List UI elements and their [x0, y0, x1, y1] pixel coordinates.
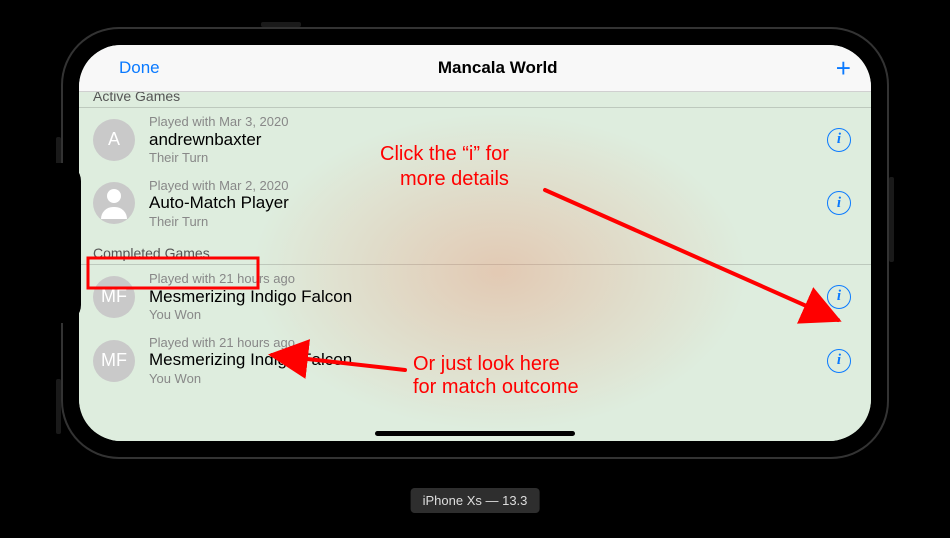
section-header-completed: Completed Games: [79, 241, 871, 264]
device-button-power: [889, 177, 894, 262]
game-row[interactable]: A Played with Mar 3, 2020 andrewnbaxter …: [79, 108, 871, 172]
avatar: MF: [93, 276, 135, 318]
section-header-active: Active Games: [79, 92, 871, 107]
device-frame: Done Mancala World + Active Games A Play…: [61, 27, 889, 459]
info-icon[interactable]: i: [827, 191, 851, 215]
row-text: Played with 21 hours ago Mesmerizing Ind…: [149, 335, 827, 387]
done-button[interactable]: Done: [119, 58, 160, 78]
game-row[interactable]: Played with Mar 2, 2020 Auto-Match Playe…: [79, 172, 871, 236]
device-caption: iPhone Xs — 13.3: [411, 488, 540, 513]
page-title: Mancala World: [438, 58, 558, 78]
row-status: You Won: [149, 307, 827, 323]
row-name: andrewnbaxter: [149, 130, 827, 150]
add-button[interactable]: +: [836, 55, 851, 81]
avatar: [93, 182, 135, 224]
row-text: Played with 21 hours ago Mesmerizing Ind…: [149, 271, 827, 323]
info-icon[interactable]: i: [827, 349, 851, 373]
device-notch: [51, 163, 81, 323]
avatar: MF: [93, 340, 135, 382]
row-name: Auto-Match Player: [149, 193, 827, 213]
games-list: Active Games A Played with Mar 3, 2020 a…: [79, 92, 871, 441]
navbar: Done Mancala World +: [79, 45, 871, 92]
row-status: You Won: [149, 371, 827, 387]
row-meta: Played with Mar 2, 2020: [149, 178, 827, 194]
info-icon[interactable]: i: [827, 128, 851, 152]
info-icon[interactable]: i: [827, 285, 851, 309]
row-name: Mesmerizing Indigo Falcon: [149, 350, 827, 370]
row-meta: Played with 21 hours ago: [149, 271, 827, 287]
game-row[interactable]: MF Played with 21 hours ago Mesmerizing …: [79, 329, 871, 393]
row-meta: Played with 21 hours ago: [149, 335, 827, 351]
row-status: Their Turn: [149, 214, 827, 230]
row-meta: Played with Mar 3, 2020: [149, 114, 827, 130]
screen: Done Mancala World + Active Games A Play…: [79, 45, 871, 441]
avatar: A: [93, 119, 135, 161]
row-text: Played with Mar 3, 2020 andrewnbaxter Th…: [149, 114, 827, 166]
device-button-silence: [261, 22, 301, 27]
game-row[interactable]: MF Played with 21 hours ago Mesmerizing …: [79, 265, 871, 329]
row-name: Mesmerizing Indigo Falcon: [149, 287, 827, 307]
row-status: Their Turn: [149, 150, 827, 166]
home-indicator[interactable]: [375, 431, 575, 436]
row-text: Played with Mar 2, 2020 Auto-Match Playe…: [149, 178, 827, 230]
device-button-volume-down: [56, 379, 61, 434]
